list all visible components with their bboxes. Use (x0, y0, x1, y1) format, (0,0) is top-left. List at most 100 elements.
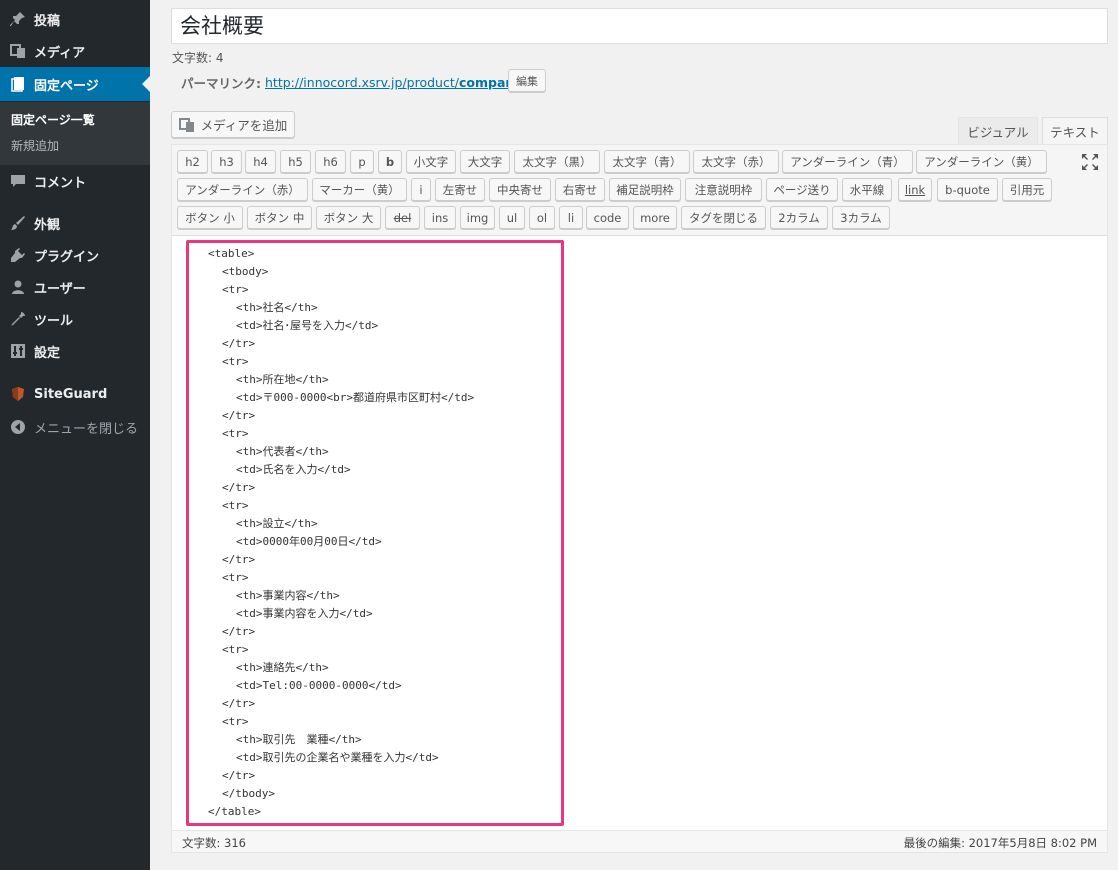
qt-button[interactable]: h2 (177, 150, 208, 173)
media-icon (8, 43, 28, 59)
wrench-icon (8, 311, 28, 327)
qt-button[interactable]: 2カラム (770, 206, 828, 229)
qt-button-link[interactable]: link (898, 178, 932, 201)
menu-settings[interactable]: 設定 (0, 335, 150, 367)
permalink-link[interactable]: http://innocord.xsrv.jp/product/company/ (265, 75, 527, 90)
menu-label: 投稿 (34, 13, 61, 29)
qt-button[interactable]: ページ送り (766, 178, 838, 201)
code-line: <th>代表者</th> (236, 445, 329, 458)
qt-button[interactable]: 太文字（黒） (514, 150, 600, 173)
qt-button[interactable]: 太文字（青） (604, 150, 690, 173)
qt-button[interactable]: ins (424, 206, 456, 229)
user-icon (8, 279, 28, 295)
qt-button[interactable]: 注意説明枠 (685, 178, 762, 201)
edit-permalink-button[interactable]: 編集 (508, 69, 546, 92)
code-line: <th>社名</th> (236, 301, 318, 314)
page-icon (8, 76, 28, 92)
code-line: </tr> (222, 553, 256, 566)
code-line: <tr> (222, 427, 249, 440)
qt-button[interactable]: li (559, 206, 583, 229)
qt-button-del[interactable]: del (385, 206, 420, 229)
menu-tools[interactable]: ツール (0, 303, 150, 335)
qt-button[interactable]: more (633, 206, 677, 229)
qt-button[interactable]: マーカー（黄） (312, 178, 407, 201)
code-line: <td>氏名を入力</td> (236, 463, 351, 476)
code-line: <tr> (222, 499, 249, 512)
title-word-count: 文字数: 4 (172, 51, 224, 65)
menu-pages[interactable]: 固定ページ (0, 67, 150, 101)
code-line: <td>〒000-0000<br>都道府県市区町村</td> (236, 391, 475, 404)
qt-button[interactable]: ボタン 小 (177, 206, 243, 229)
code-line: <th>設立</th> (236, 517, 318, 530)
qt-button[interactable]: p (350, 150, 374, 173)
qt-button[interactable]: 右寄せ (555, 178, 605, 201)
submenu-all-pages[interactable]: 固定ページ一覧 (11, 111, 95, 128)
qt-button[interactable]: 左寄せ (435, 178, 485, 201)
code-line: </tr> (222, 625, 256, 638)
add-media-button[interactable]: メディアを追加 (171, 111, 295, 138)
settings-icon (8, 343, 28, 359)
menu-appearance[interactable]: 外観 (0, 207, 150, 239)
qt-button[interactable]: 小文字 (406, 150, 456, 173)
code-line: <td>事業内容を入力</td> (236, 607, 373, 620)
qt-button[interactable]: ボタン 大 (316, 206, 381, 229)
qt-button[interactable]: 3カラム (832, 206, 890, 229)
qt-button[interactable]: h3 (211, 150, 242, 173)
menu-users[interactable]: ユーザー (0, 271, 150, 303)
qt-button[interactable]: ボタン 中 (247, 206, 312, 229)
collapse-menu[interactable]: メニューを閉じる (0, 411, 150, 443)
qt-button[interactable]: h4 (245, 150, 276, 173)
menu-posts[interactable]: 投稿 (0, 3, 150, 35)
qt-button[interactable]: アンダーライン（黄） (916, 150, 1047, 173)
qt-button[interactable]: 補足説明枠 (609, 178, 681, 201)
menu-media[interactable]: メディア (0, 35, 150, 67)
menu-label: プラグイン (34, 249, 100, 265)
media-icon (178, 117, 195, 133)
code-line: <td>0000年00月00日</td> (236, 535, 382, 548)
code-line: <th>所在地</th> (236, 373, 329, 386)
collapse-icon (8, 419, 28, 435)
qt-button[interactable]: h6 (315, 150, 346, 173)
qt-button[interactable]: 引用元 (1002, 178, 1052, 201)
quicktags-toolbar: h2 h3 h4 h5 h6 p b 小文字 大文字 太文字（黒） 太文字（青）… (172, 145, 1107, 236)
menu-label: ユーザー (34, 281, 86, 297)
qt-button[interactable]: 大文字 (460, 150, 510, 173)
post-title-input[interactable]: 会社概要 (171, 8, 1108, 44)
add-media-label: メディアを追加 (200, 118, 288, 133)
code-line: </tr> (222, 409, 256, 422)
menu-siteguard[interactable]: SiteGuard (0, 378, 150, 410)
code-line: <tr> (222, 355, 249, 368)
menu-label: コメント (34, 175, 87, 191)
qt-button[interactable]: アンダーライン（赤） (177, 178, 308, 201)
pushpin-icon (8, 11, 28, 27)
qt-button-bold[interactable]: b (378, 150, 402, 173)
qt-button[interactable]: タグを閉じる (681, 206, 766, 229)
code-line: <th>取引先 業種</th> (236, 733, 362, 746)
code-line: <td>取引先の企業名や業種を入力</td> (236, 751, 439, 764)
qt-button[interactable]: ol (529, 206, 555, 229)
code-line: <td>社名･屋号を入力</td> (236, 319, 379, 332)
menu-comments[interactable]: コメント (0, 165, 150, 197)
code-line: <td>Tel:00-0000-0000</td> (236, 679, 402, 692)
qt-button[interactable]: 水平線 (842, 178, 892, 201)
menu-label: ツール (34, 313, 74, 329)
code-line: </tr> (222, 769, 256, 782)
admin-sidebar: 投稿 メディア 固定ページ 固定ページ一覧 新規追加 コメント 外観 プラグイン… (0, 0, 150, 870)
qt-button[interactable]: b-quote (937, 178, 998, 201)
menu-label: 外観 (34, 217, 61, 233)
permalink-label: パーマリンク: (181, 76, 261, 91)
qt-button[interactable]: アンダーライン（青） (782, 150, 913, 173)
fullscreen-icon[interactable] (1081, 153, 1099, 171)
qt-button[interactable]: h5 (280, 150, 311, 173)
qt-button-italic[interactable]: i (411, 178, 431, 201)
tab-text[interactable]: テキスト (1042, 117, 1108, 144)
menu-label: 固定ページ (34, 78, 99, 94)
menu-plugins[interactable]: プラグイン (0, 239, 150, 271)
qt-button[interactable]: code (586, 206, 629, 229)
qt-button[interactable]: 中央寄せ (489, 178, 551, 201)
qt-button[interactable]: ul (499, 206, 525, 229)
qt-button[interactable]: img (460, 206, 495, 229)
submenu-add-new[interactable]: 新規追加 (11, 137, 59, 154)
tab-visual[interactable]: ビジュアル (958, 117, 1038, 144)
qt-button[interactable]: 太文字（赤） (693, 150, 779, 173)
